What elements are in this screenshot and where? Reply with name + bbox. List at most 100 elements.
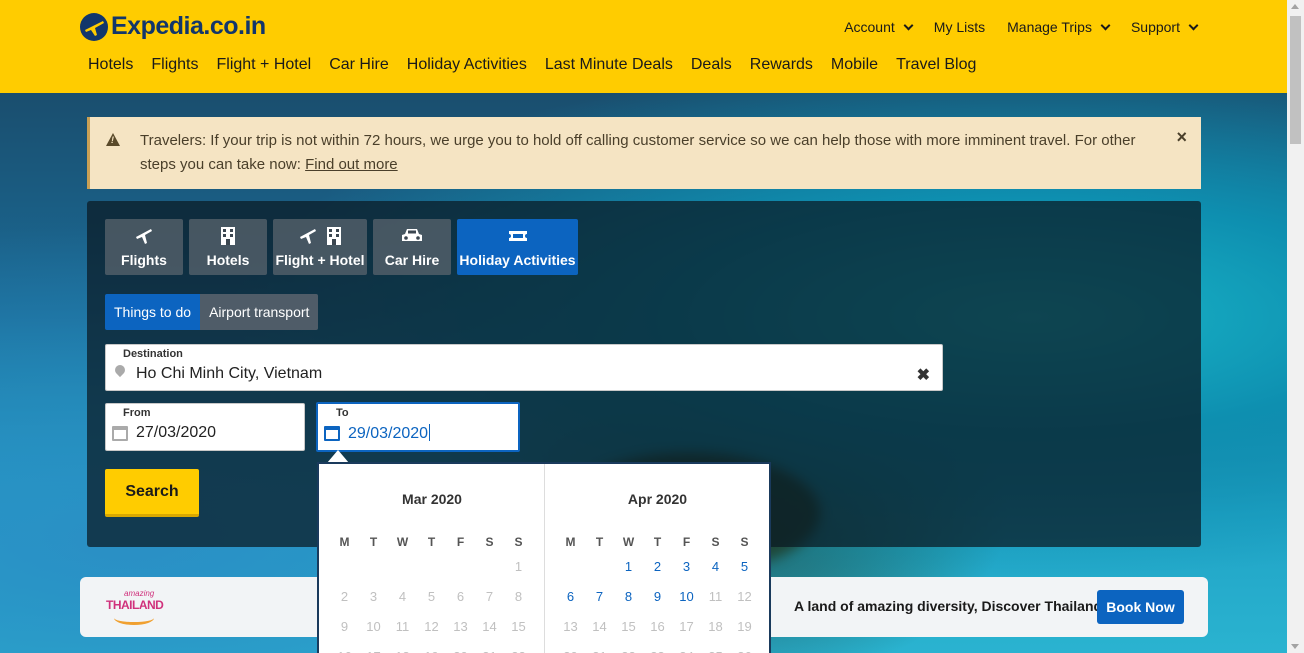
chevron-down-icon xyxy=(1188,20,1199,30)
calendar-day[interactable]: 7 xyxy=(585,589,614,604)
calendar-day: 16 xyxy=(650,619,665,634)
tab-holiday-activities[interactable]: Holiday Activities xyxy=(457,219,578,275)
calendar-day: 14 xyxy=(482,619,497,634)
car-icon xyxy=(402,229,422,241)
warning-icon xyxy=(106,133,120,146)
nav-mobile[interactable]: Mobile xyxy=(831,56,878,74)
calendar-day: 9 xyxy=(340,619,349,634)
month-april-2020: Apr 2020 MTWTFSS 1 2 3 4 5 6 7 8 9 10 11 12 13 14 15 16… xyxy=(544,464,770,653)
nav-car-hire[interactable]: Car Hire xyxy=(329,56,389,74)
calendar-day[interactable]: 4 xyxy=(701,559,730,574)
clear-icon[interactable]: ✖ xyxy=(917,365,930,385)
calendar-empty-cell xyxy=(475,559,504,574)
calendar-day: 18 xyxy=(388,649,417,653)
calendar-day: 21 xyxy=(585,649,614,653)
weekday-header: MTWTFSS xyxy=(330,535,533,549)
account-menu[interactable]: Account xyxy=(844,19,914,35)
to-date-value: 29/03/2020 xyxy=(348,424,431,442)
scroll-up-arrow-icon[interactable] xyxy=(1291,4,1299,9)
weekday-label: M xyxy=(339,535,350,549)
calendar-day[interactable]: 5 xyxy=(730,559,759,574)
calendar-week: 6 7 8 9 10 11 12 xyxy=(556,589,759,604)
calendar-day: 8 xyxy=(514,589,523,604)
calendar-day: 25 xyxy=(701,649,730,653)
tab-flight-hotel[interactable]: Flight + Hotel xyxy=(273,219,367,275)
logo-text: Expedia.co.in xyxy=(111,12,266,40)
to-date-field[interactable]: To 29/03/2020 xyxy=(316,402,520,452)
nav-flight-hotel[interactable]: Flight + Hotel xyxy=(216,56,311,74)
weekday-label: W xyxy=(396,535,409,549)
text-cursor xyxy=(429,424,431,441)
tab-flights[interactable]: Flights xyxy=(105,219,183,275)
calendar-day[interactable]: 6 xyxy=(556,589,585,604)
site-header: Expedia.co.in Account My Lists Manage Tr… xyxy=(0,0,1287,93)
calendar-day: 1 xyxy=(514,559,523,574)
nav-rewards[interactable]: Rewards xyxy=(750,56,813,74)
nav-last-minute-deals[interactable]: Last Minute Deals xyxy=(545,56,673,74)
weekday-label: S xyxy=(485,535,494,549)
calendar-week: 2 3 4 5 6 7 8 xyxy=(330,589,533,604)
calendar-day: 19 xyxy=(737,619,752,634)
scroll-down-arrow-icon[interactable] xyxy=(1291,644,1299,649)
calendar-empty-cell xyxy=(388,559,417,574)
calendar-empty-cell xyxy=(330,559,359,574)
nav-travel-blog[interactable]: Travel Blog xyxy=(896,56,976,74)
calendar-day: 11 xyxy=(395,619,410,634)
calendar-day: 15 xyxy=(621,619,636,634)
calendar-empty-cell xyxy=(446,559,475,574)
subtab-things-to-do[interactable]: Things to do xyxy=(105,294,201,330)
calendar-day: 2 xyxy=(340,589,349,604)
nav-deals[interactable]: Deals xyxy=(691,56,732,74)
calendar-day: 12 xyxy=(424,619,439,634)
weekday-label: M xyxy=(565,535,576,549)
alert-message: Travelers: If your trip is not within 72… xyxy=(140,132,1136,173)
calendar-empty-cell xyxy=(359,559,388,574)
search-button[interactable]: Search xyxy=(105,469,199,517)
tab-hotels[interactable]: Hotels xyxy=(189,219,267,275)
calendar-day: 7 xyxy=(485,589,494,604)
calendar-day[interactable]: 8 xyxy=(614,589,643,604)
find-out-more-link[interactable]: Find out more xyxy=(305,156,398,173)
calendar-day[interactable]: 2 xyxy=(643,559,672,574)
nav-holiday-activities[interactable]: Holiday Activities xyxy=(407,56,527,74)
calendar-day: 13 xyxy=(563,619,578,634)
weekday-label: T xyxy=(369,535,378,549)
close-icon[interactable]: × xyxy=(1176,127,1187,148)
building-icon xyxy=(221,227,235,245)
activity-subtabs: Things to do Airport transport xyxy=(105,294,319,330)
destination-label: Destination xyxy=(123,348,183,360)
chevron-down-icon xyxy=(903,20,914,30)
my-lists-link[interactable]: My Lists xyxy=(934,19,985,35)
calendar-day: 21 xyxy=(475,649,504,653)
destination-field[interactable]: Destination Ho Chi Minh City, Vietnam ✖ xyxy=(105,344,943,391)
calendar-day: 14 xyxy=(592,619,607,634)
calendar-day[interactable]: 10 xyxy=(672,589,701,604)
tab-car-hire[interactable]: Car Hire xyxy=(373,219,451,275)
subtab-airport-transport[interactable]: Airport transport xyxy=(200,294,319,330)
product-tabs: Flights Hotels Flight + Hotel Car Hire H… xyxy=(105,219,578,275)
calendar-day: 17 xyxy=(679,619,694,634)
calendar-day: 4 xyxy=(398,589,407,604)
calendar-day[interactable]: 9 xyxy=(643,589,672,604)
scrollbar-thumb[interactable] xyxy=(1290,16,1301,144)
calendar-week: 1 xyxy=(330,559,533,574)
building-icon xyxy=(327,227,341,245)
calendar-day: 16 xyxy=(330,649,359,653)
manage-trips-menu[interactable]: Manage Trips xyxy=(1007,19,1111,35)
calendar-day: 23 xyxy=(643,649,672,653)
expedia-logo[interactable]: Expedia.co.in xyxy=(80,12,266,41)
nav-flights[interactable]: Flights xyxy=(151,56,198,74)
calendar-day: 11 xyxy=(708,589,723,604)
plane-icon xyxy=(136,229,152,244)
calendar-day: 26 xyxy=(730,649,759,653)
calendar-day[interactable]: 3 xyxy=(672,559,701,574)
weekday-label: F xyxy=(682,535,691,549)
calendar-day[interactable]: 1 xyxy=(614,559,643,574)
support-menu[interactable]: Support xyxy=(1131,19,1199,35)
page-scrollbar[interactable] xyxy=(1287,0,1304,653)
month-march-2020: Mar 2020 MTWTFSS 12345678910111213141516… xyxy=(319,464,545,653)
calendar-day: 6 xyxy=(456,589,465,604)
nav-hotels[interactable]: Hotels xyxy=(88,56,133,74)
from-date-field[interactable]: From 27/03/2020 xyxy=(105,403,305,451)
book-now-button[interactable]: Book Now xyxy=(1097,590,1184,624)
